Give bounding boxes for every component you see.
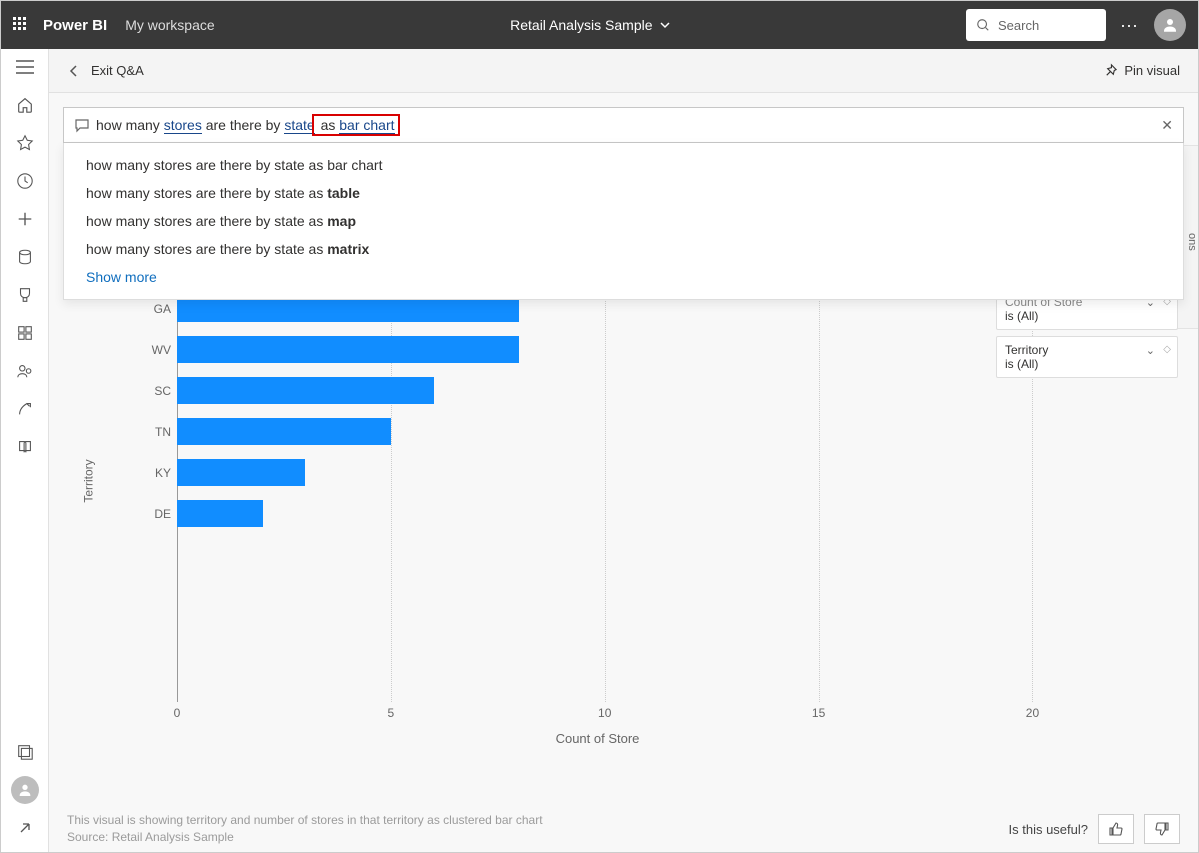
recent-icon[interactable] [15,171,35,191]
filter-card-sub: is (All) [1005,357,1169,371]
clear-input-icon[interactable]: ✕ [1161,117,1173,134]
chart-bar[interactable] [177,336,519,363]
chevron-left-icon [67,64,81,78]
brand-name: Power BI [43,17,107,34]
search-icon [976,18,990,32]
main-canvas: Exit Q&A Pin visual how many stores are … [49,49,1198,852]
qna-input[interactable]: how many stores are there by state as ba… [63,107,1184,143]
favorites-icon[interactable] [15,133,35,153]
qna-text: how many stores are there by state as ba… [96,117,1161,133]
left-nav-rail [1,49,49,852]
search-placeholder: Search [998,18,1039,33]
x-tick-label: 10 [598,706,611,720]
more-menu-icon[interactable]: ··· [1120,15,1138,36]
learn-icon[interactable] [15,437,35,457]
pin-visual-button[interactable]: Pin visual [1103,63,1180,78]
thumbs-up-button[interactable] [1098,814,1134,844]
qna-suggestion[interactable]: how many stores are there by state as ma… [86,235,1183,263]
chart-bar[interactable] [177,459,305,486]
chart-bar[interactable] [177,500,263,527]
bar-row: SC [177,374,1118,407]
filter-card[interactable]: Territory is (All) ⌄ ◇ [996,336,1178,378]
pin-visual-label: Pin visual [1124,63,1180,78]
qna-suggestions-panel: how many stores are there by state as ba… [63,143,1184,300]
filter-cards: Count of Store is (All) ⌄ ◇ Territory is… [996,289,1178,378]
bar-row: WV [177,333,1118,366]
datahub-icon[interactable] [15,247,35,267]
chart-bar[interactable] [177,377,434,404]
home-icon[interactable] [15,95,35,115]
visual-source: Source: Retail Analysis Sample [67,830,543,844]
app-launcher-icon[interactable] [13,17,29,33]
bar-row: KY [177,456,1118,489]
chart-bar[interactable] [177,418,391,445]
pin-icon [1103,63,1118,78]
chat-icon [74,117,90,133]
global-search-input[interactable]: Search [966,9,1106,41]
qna-suggestion[interactable]: how many stores are there by state as ta… [86,179,1183,207]
x-tick-label: 15 [812,706,825,720]
filter-card-sub: is (All) [1005,309,1169,323]
visual-description: This visual is showing territory and num… [67,813,543,827]
workspaces-icon[interactable] [15,742,35,762]
x-axis-title: Count of Store [556,731,640,746]
workspace-name[interactable]: My workspace [125,17,214,33]
pipelines-icon[interactable] [15,399,35,419]
category-label: WV [149,343,171,357]
chevron-down-icon [659,19,671,31]
thumbs-up-icon [1108,821,1124,837]
x-tick-label: 0 [174,706,181,720]
hamburger-icon[interactable] [15,57,35,77]
y-axis-title: Territory [82,459,96,502]
bar-row: DE [177,497,1118,530]
apps-icon[interactable] [15,323,35,343]
thumbs-down-icon [1154,821,1170,837]
qna-action-bar: Exit Q&A Pin visual [49,49,1198,93]
exit-qna-label: Exit Q&A [91,63,144,78]
global-topbar: Power BI My workspace Retail Analysis Sa… [1,1,1198,49]
eraser-icon[interactable]: ◇ [1163,344,1171,355]
my-workspace-avatar[interactable] [11,776,39,804]
category-label: DE [149,507,171,521]
qna-footer: This visual is showing territory and num… [67,813,1180,844]
show-more-link[interactable]: Show more [86,263,1183,291]
report-title-dropdown[interactable]: Retail Analysis Sample [215,17,966,33]
category-label: KY [149,466,171,480]
qna-suggestion[interactable]: how many stores are there by state as ma… [86,207,1183,235]
filter-card-title: Territory [1005,343,1169,357]
feedback-label: Is this useful? [1009,822,1089,837]
create-icon[interactable] [15,209,35,229]
report-title-label: Retail Analysis Sample [510,17,652,33]
shared-icon[interactable] [15,361,35,381]
chevron-down-icon: ⌄ [1146,344,1155,357]
user-avatar[interactable] [1154,9,1186,41]
qna-suggestion[interactable]: how many stores are there by state as ba… [86,151,1183,179]
person-icon [1161,16,1179,34]
x-tick-label: 5 [388,706,395,720]
x-tick-label: 20 [1026,706,1039,720]
goals-icon[interactable] [15,285,35,305]
bar-row: TN [177,415,1118,448]
category-label: SC [149,384,171,398]
category-label: GA [149,302,171,316]
thumbs-down-button[interactable] [1144,814,1180,844]
popout-icon[interactable] [15,818,35,838]
exit-qna-button[interactable]: Exit Q&A [67,63,144,78]
category-label: TN [149,425,171,439]
